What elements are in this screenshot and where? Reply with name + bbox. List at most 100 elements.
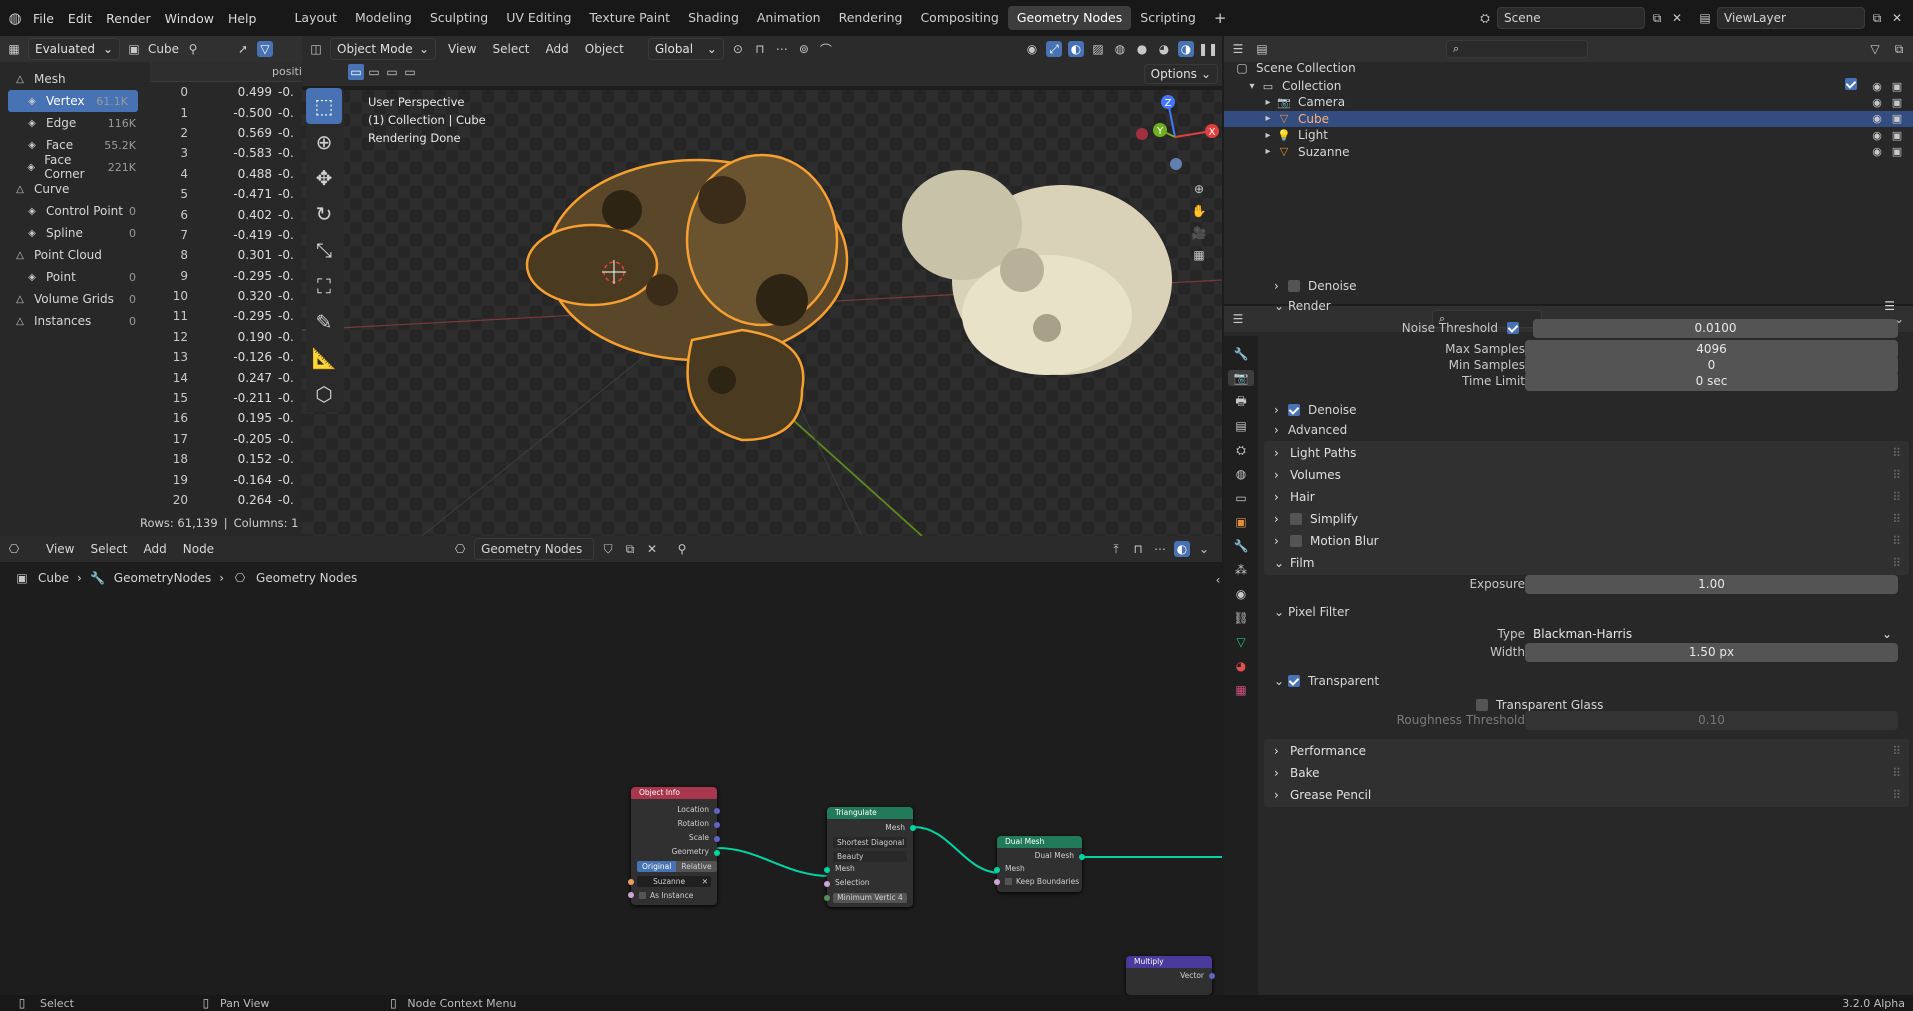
close-view-layer-icon[interactable]: ✕ [1889,10,1905,26]
drag-handle-icon[interactable]: ⠿ [1892,788,1901,802]
panel-checkbox[interactable] [1290,535,1302,547]
triangulate-header[interactable]: Triangulate [827,807,913,819]
transform-tool[interactable]: ⛶ [306,268,342,304]
measure-tool[interactable]: 📐 [306,340,342,376]
tab-compositing[interactable]: Compositing [911,6,1007,30]
menu-file[interactable]: File [26,11,61,26]
subpanel-advanced[interactable]: › Advanced [1258,417,1913,443]
subpanel-render[interactable]: ⌄ Render ☰ [1258,293,1913,319]
domain-item-instances[interactable]: △ Instances 0 [0,310,146,332]
menu-window[interactable]: Window [158,11,221,26]
close-scene-icon[interactable]: ✕ [1669,10,1685,26]
panel-checkbox[interactable] [1290,513,1302,525]
panel-volumes[interactable]: › Volumes ⠿ [1264,463,1909,487]
scene-selector[interactable]: Scene [1497,7,1645,29]
shading-rendered-icon[interactable]: ◑ [1178,41,1194,57]
subpanel-transparent[interactable]: ⌄ Transparent [1258,668,1913,694]
falloff-icon[interactable]: ⌒ [818,41,834,57]
domain-item-curve[interactable]: △ Curve [0,178,146,200]
gizmo-neg-z[interactable] [1170,158,1182,170]
move-tool[interactable]: ✥ [306,160,342,196]
drag-handle-icon[interactable]: ⠿ [1892,556,1901,570]
tab-uv-editing[interactable]: UV Editing [497,6,580,30]
data-tab-icon[interactable]: ▽ [1233,634,1249,650]
drag-handle-icon[interactable]: ⠿ [1892,490,1901,504]
exclude-checkbox[interactable] [1845,78,1857,90]
outliner-item-camera[interactable]: ▸ 📷 Camera ◉ ▣ [1224,94,1913,110]
tab-geometry-nodes[interactable]: Geometry Nodes [1007,6,1132,30]
tab-modeling[interactable]: Modeling [346,6,421,30]
relative-button[interactable]: Relative [676,861,717,872]
triangulate-node[interactable]: Triangulate Mesh Shortest Diagonal Beaut… [824,807,916,907]
3d-viewport[interactable]: ◫ Object Mode ⌄ View Select Add Object Gl… [302,36,1222,536]
add-workspace-button[interactable]: + [1205,6,1236,30]
transparent-checkbox[interactable] [1288,675,1300,687]
eye-icon[interactable]: ◉ [1869,144,1885,160]
shading-solid-icon[interactable]: ● [1134,41,1150,57]
eye-icon[interactable]: ◉ [1869,127,1885,143]
panel-performance[interactable]: › Performance ⠿ [1264,739,1909,763]
pause-render-icon[interactable]: ❚❚ [1198,41,1218,57]
panel-motion-blur[interactable]: › Motion Blur ⠿ [1264,529,1909,553]
pivot-icon[interactable]: ⊙ [730,41,746,57]
scene-tab-icon[interactable]: ⛭ [1233,442,1249,458]
domain-item-point[interactable]: ◈ Point 0 [0,266,146,288]
field-width[interactable]: 1.50 px [1525,643,1898,662]
filter-icon[interactable]: ▽ [256,41,273,57]
field-time-limit[interactable]: 0 sec [1525,372,1898,391]
outliner-item-suzanne[interactable]: ▸ ▽ Suzanne ◉ ▣ [1224,144,1913,160]
output-tab-icon[interactable]: 🖶 [1233,394,1249,410]
object-field[interactable]: Suzanne ✕ [637,876,711,887]
panel-light-paths[interactable]: › Light Paths ⠿ [1264,441,1909,465]
domain-item-point-cloud[interactable]: △ Point Cloud [0,244,146,266]
editor-type-icon[interactable]: ▦ [6,41,22,57]
camera-render-icon[interactable]: ▣ [1889,127,1905,143]
socket-dual-mesh-out[interactable] [1079,854,1085,860]
original-button[interactable]: Original [637,861,677,872]
keep-boundaries-checkbox[interactable]: Keep Boundaries [1005,877,1079,886]
subpanel-pixel-filter[interactable]: ⌄ Pixel Filter [1258,599,1913,625]
shading-material-icon[interactable]: ◕ [1156,41,1172,57]
field-roughness-threshold[interactable]: 0.10 [1525,711,1898,730]
object-tab-icon[interactable]: ▣ [1233,514,1249,530]
blender-logo-icon[interactable]: ◍ [4,9,26,27]
field-noise-threshold[interactable]: 0.0100 [1533,319,1898,338]
zoom-icon[interactable]: ⊕ [1191,181,1207,197]
snap-target-icon[interactable]: ⋯ [774,41,790,57]
selection-mode-buttons[interactable]: ▭ ▭ ▭ ▭ [348,64,418,80]
select-extend-icon[interactable]: ▭ [366,64,382,80]
drag-handle-icon[interactable]: ⠿ [1892,468,1901,482]
xray-icon[interactable]: ▨ [1090,41,1106,57]
scale-tool[interactable]: ⤡ [306,232,342,268]
domain-item-volume-grids[interactable]: △ Volume Grids 0 [0,288,146,310]
pin-icon[interactable]: ⚲ [185,41,201,57]
texture-tab-icon[interactable]: ▦ [1233,682,1249,698]
menu-add[interactable]: Add [546,42,569,56]
socket-location[interactable] [714,808,720,814]
domain-item-face-corner[interactable]: ◈ Face Corner 221K [0,153,146,181]
eye-icon[interactable]: ◉ [1869,78,1885,94]
copy-scene-icon[interactable]: ⧉ [1649,10,1665,26]
menu-object[interactable]: Object [585,42,624,56]
material-tab-icon[interactable]: ◕ [1233,658,1249,674]
eye-icon[interactable]: ◉ [1869,94,1885,110]
add-cube-tool[interactable]: ⬡ [306,376,342,412]
socket-mesh-out[interactable] [910,825,916,831]
dual-mesh-header[interactable]: Dual Mesh [997,836,1082,848]
dual-mesh-node[interactable]: Dual Mesh Dual Mesh Mesh Keep Boundaries [994,836,1085,892]
menu-render[interactable]: Render [99,11,158,26]
noise-threshold-checkbox[interactable] [1507,322,1519,334]
denoise-checkbox[interactable] [1288,280,1300,292]
modifier-tab-icon[interactable]: 🔧 [1233,538,1249,554]
drag-handle-icon[interactable]: ⠿ [1892,446,1901,460]
multiply-header[interactable]: Multiply [1126,956,1212,968]
drag-handle-icon[interactable]: ⠿ [1892,744,1901,758]
node-editor[interactable]: ⎔ View Select Add Node ⎔ Geometry Nodes … [0,536,1222,995]
denoise-checkbox[interactable] [1288,404,1300,416]
socket-as-instance[interactable] [628,892,634,898]
outliner-root[interactable]: ▢ Scene Collection [1224,58,1913,78]
quad-method-dropdown[interactable]: Shortest Diagonal [833,837,907,848]
selected-only-icon[interactable]: ➚ [235,41,251,57]
camera-render-icon[interactable]: ▣ [1889,144,1905,160]
camera-render-icon[interactable]: ▣ [1889,78,1905,94]
